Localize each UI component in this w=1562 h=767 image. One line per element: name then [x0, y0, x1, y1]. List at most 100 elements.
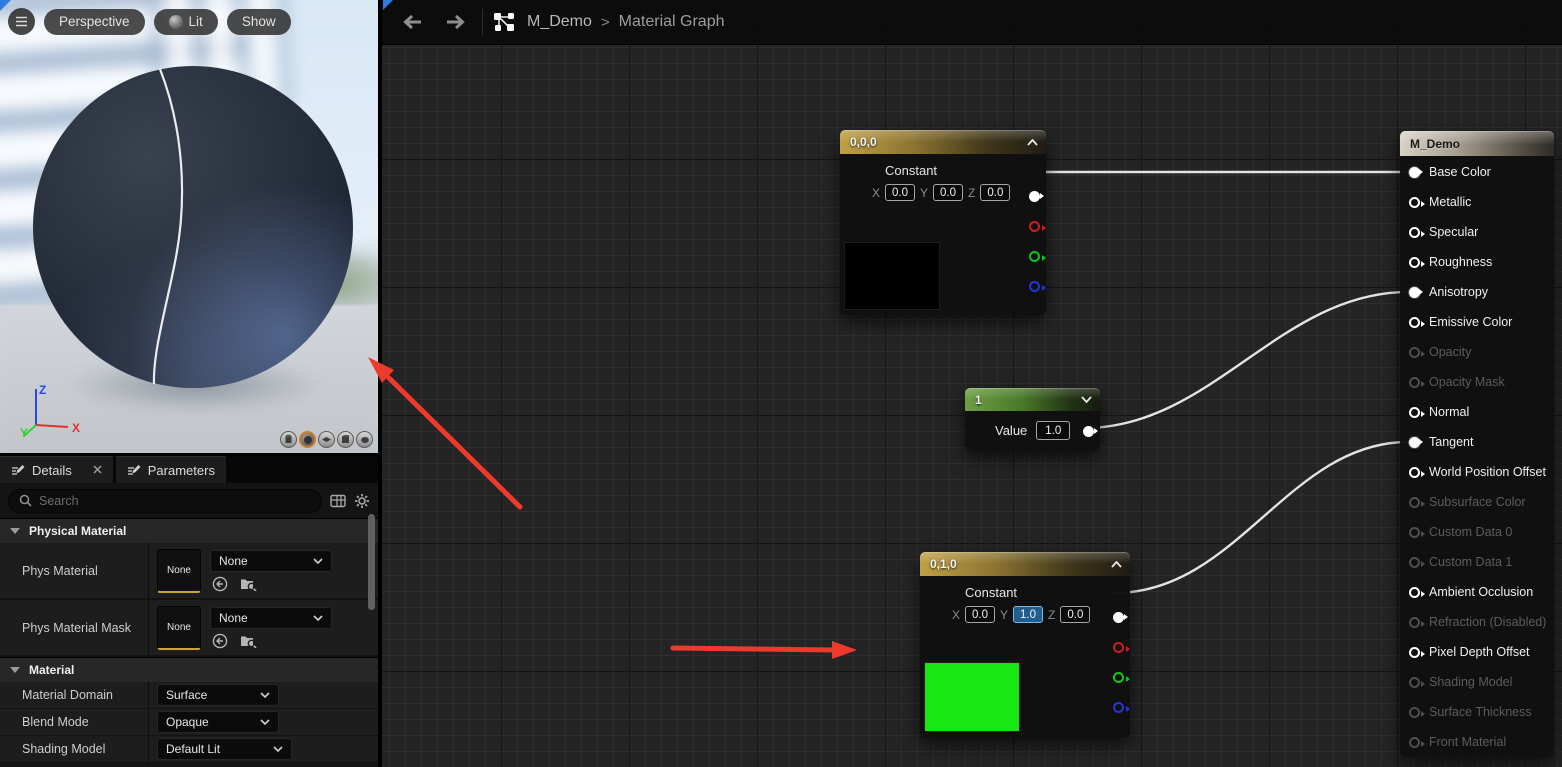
- output-pin-b[interactable]: [1113, 702, 1124, 713]
- material-pin-icon[interactable]: [1409, 227, 1420, 238]
- shape-mesh-button[interactable]: [356, 431, 373, 448]
- phys-material-thumbnail[interactable]: None: [157, 549, 201, 593]
- node-material-output[interactable]: M_Demo Base Color Metallic Specular Roug…: [1400, 131, 1554, 757]
- details-scrollbar[interactable]: [368, 514, 375, 610]
- material-pin-row[interactable]: Emissive Color: [1400, 307, 1554, 337]
- material-pin-icon[interactable]: [1409, 407, 1420, 418]
- value-field[interactable]: 1.0: [1036, 421, 1070, 440]
- material-pin-icon[interactable]: [1409, 167, 1420, 178]
- material-pin-icon[interactable]: [1409, 617, 1420, 628]
- shape-cylinder-button[interactable]: [280, 431, 297, 448]
- material-pin-row[interactable]: World Position Offset: [1400, 457, 1554, 487]
- display-options-icon[interactable]: [330, 494, 346, 508]
- x-value-field[interactable]: 0.0: [885, 184, 915, 201]
- section-material[interactable]: Material: [0, 657, 378, 682]
- material-pin-row[interactable]: Ambient Occlusion: [1400, 577, 1554, 607]
- collapse-chevron-up-icon[interactable]: [1027, 139, 1038, 146]
- material-pin-row[interactable]: Tangent: [1400, 427, 1554, 457]
- use-selected-asset-icon[interactable]: [212, 633, 228, 649]
- material-pin-icon[interactable]: [1409, 347, 1420, 358]
- material-pin-row[interactable]: Refraction (Disabled): [1400, 607, 1554, 637]
- material-pin-icon[interactable]: [1409, 647, 1420, 658]
- y-value-field[interactable]: 0.0: [933, 184, 963, 201]
- material-pin-row[interactable]: Subsurface Color: [1400, 487, 1554, 517]
- material-pin-icon[interactable]: [1409, 467, 1420, 478]
- material-pin-row[interactable]: Custom Data 0: [1400, 517, 1554, 547]
- tab-parameters[interactable]: Parameters: [116, 456, 226, 483]
- material-pin-row[interactable]: Roughness: [1400, 247, 1554, 277]
- material-domain-dropdown[interactable]: Surface: [157, 684, 279, 706]
- material-pin-row[interactable]: Opacity Mask: [1400, 367, 1554, 397]
- material-pin-row[interactable]: Custom Data 1: [1400, 547, 1554, 577]
- browse-asset-icon[interactable]: [240, 576, 257, 591]
- z-value-field[interactable]: 0.0: [1060, 606, 1090, 623]
- use-selected-asset-icon[interactable]: [212, 576, 228, 592]
- output-pin-g[interactable]: [1029, 251, 1040, 262]
- output-pin-rgb[interactable]: [1029, 191, 1040, 202]
- node-constant-scalar[interactable]: 1 Value 1.0: [965, 388, 1100, 451]
- x-value-field[interactable]: 0.0: [965, 606, 995, 623]
- search-box[interactable]: [8, 489, 322, 513]
- blend-mode-dropdown[interactable]: Opaque: [157, 711, 279, 733]
- material-pin-row[interactable]: Front Material: [1400, 727, 1554, 757]
- z-value-field[interactable]: 0.0: [980, 184, 1010, 201]
- material-pin-row[interactable]: Anisotropy: [1400, 277, 1554, 307]
- viewport-menu-button[interactable]: [8, 8, 35, 35]
- output-pin-g[interactable]: [1113, 672, 1124, 683]
- material-pin-icon[interactable]: [1409, 587, 1420, 598]
- material-pin-icon[interactable]: [1409, 677, 1420, 688]
- material-pin-row[interactable]: Base Color: [1400, 157, 1554, 187]
- shape-sphere-button[interactable]: [299, 431, 316, 448]
- output-pin-r[interactable]: [1029, 221, 1040, 232]
- tab-close-icon[interactable]: [93, 463, 102, 477]
- material-pin-icon[interactable]: [1409, 707, 1420, 718]
- material-pin-row[interactable]: Surface Thickness: [1400, 697, 1554, 727]
- node-header[interactable]: 0,1,0: [920, 552, 1130, 576]
- node-constant-010[interactable]: 0,1,0 Constant X 0.0 Y 1.0 Z 0.0: [920, 552, 1130, 738]
- material-pin-row[interactable]: Opacity: [1400, 337, 1554, 367]
- tab-details[interactable]: Details: [0, 456, 113, 483]
- material-pin-icon[interactable]: [1409, 287, 1420, 298]
- preview-sphere[interactable]: [33, 66, 353, 388]
- shape-plane-button[interactable]: [318, 431, 335, 448]
- shape-cube-button[interactable]: [337, 431, 354, 448]
- nav-back-button[interactable]: [394, 13, 430, 31]
- material-pin-row[interactable]: Metallic: [1400, 187, 1554, 217]
- lit-mode-button[interactable]: Lit: [154, 9, 218, 35]
- node-header[interactable]: 0,0,0: [840, 130, 1046, 154]
- section-physical-material[interactable]: Physical Material: [0, 518, 378, 543]
- shading-model-dropdown[interactable]: Default Lit: [157, 738, 292, 760]
- material-pin-icon[interactable]: [1409, 437, 1420, 448]
- material-pin-row[interactable]: Pixel Depth Offset: [1400, 637, 1554, 667]
- nav-forward-button[interactable]: [438, 13, 474, 31]
- phys-material-dropdown[interactable]: None: [210, 550, 332, 572]
- collapse-chevron-up-icon[interactable]: [1111, 561, 1122, 568]
- material-pin-row[interactable]: Normal: [1400, 397, 1554, 427]
- material-pin-icon[interactable]: [1409, 197, 1420, 208]
- output-pin-rgb[interactable]: [1113, 612, 1124, 623]
- material-graph-panel[interactable]: 0,0,0 Constant X 0.0 Y 0.0 Z 0.0: [382, 0, 1562, 767]
- material-pin-icon[interactable]: [1409, 497, 1420, 508]
- show-button[interactable]: Show: [227, 9, 291, 35]
- settings-gear-icon[interactable]: [354, 493, 370, 509]
- material-pin-icon[interactable]: [1409, 377, 1420, 388]
- node-constant-000[interactable]: 0,0,0 Constant X 0.0 Y 0.0 Z 0.0: [840, 130, 1046, 315]
- breadcrumb-asset[interactable]: M_Demo: [527, 13, 592, 31]
- material-pin-icon[interactable]: [1409, 557, 1420, 568]
- output-pin-b[interactable]: [1029, 281, 1040, 292]
- material-pin-icon[interactable]: [1409, 257, 1420, 268]
- output-pin-r[interactable]: [1113, 642, 1124, 653]
- search-input[interactable]: [39, 494, 311, 508]
- material-pin-icon[interactable]: [1409, 527, 1420, 538]
- output-pin-value[interactable]: [1083, 426, 1094, 437]
- node-header[interactable]: M_Demo: [1400, 131, 1554, 156]
- collapse-chevron-down-icon[interactable]: [1081, 396, 1092, 403]
- phys-mask-thumbnail[interactable]: None: [157, 606, 201, 650]
- material-pin-icon[interactable]: [1409, 317, 1420, 328]
- node-header[interactable]: 1: [965, 388, 1100, 411]
- phys-mask-dropdown[interactable]: None: [210, 607, 332, 629]
- material-pin-row[interactable]: Specular: [1400, 217, 1554, 247]
- perspective-button[interactable]: Perspective: [44, 9, 145, 35]
- material-pin-icon[interactable]: [1409, 737, 1420, 748]
- browse-asset-icon[interactable]: [240, 633, 257, 648]
